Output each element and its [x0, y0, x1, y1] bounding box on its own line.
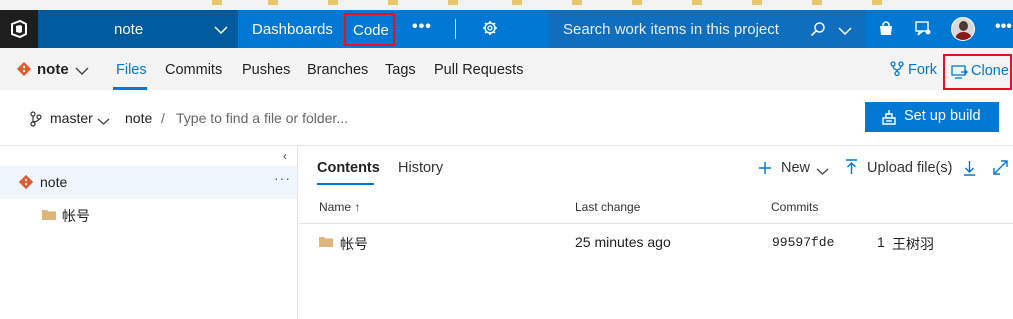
- clone-button[interactable]: Clone: [943, 54, 1012, 90]
- upload-files-button[interactable]: Upload file(s): [867, 160, 952, 176]
- git-repo-icon: [16, 61, 32, 79]
- new-button[interactable]: New: [781, 160, 810, 176]
- file-list-header: Name ↑ Last change Commits: [299, 190, 1013, 224]
- column-header-commits[interactable]: Commits: [771, 200, 818, 214]
- tab-pushes[interactable]: Pushes: [242, 62, 290, 78]
- project-name: note: [114, 21, 144, 38]
- search-icon[interactable]: [810, 21, 826, 40]
- tree-item-label: note: [40, 174, 68, 190]
- nav-code[interactable]: Code: [344, 13, 395, 46]
- tab-contents[interactable]: Contents: [317, 160, 380, 176]
- fork-label: Fork: [908, 62, 937, 78]
- repo-sub-nav: note Files Commits Pushes Branches Tags …: [0, 48, 1013, 90]
- nav-code-label: Code: [353, 22, 389, 39]
- search-placeholder: Search work items in this project: [563, 21, 779, 38]
- tab-files[interactable]: Files: [116, 62, 147, 78]
- folder-icon: [42, 208, 56, 224]
- tree-item-root[interactable]: note ···: [0, 166, 297, 199]
- nav-more-right-icon[interactable]: •••: [995, 18, 1012, 36]
- gear-icon[interactable]: [482, 20, 498, 39]
- tree-item-label: 帐号: [62, 208, 90, 224]
- tab-commits[interactable]: Commits: [165, 62, 222, 78]
- top-nav-bar: note Dashboards Code ••• Search work ite…: [0, 10, 1013, 48]
- chevron-down-icon[interactable]: [816, 163, 829, 179]
- sort-ascending-icon: ↑: [354, 200, 361, 214]
- last-change-time: 25 minutes ago: [575, 234, 671, 250]
- tab-tags[interactable]: Tags: [385, 62, 416, 78]
- upload-icon[interactable]: [845, 159, 858, 178]
- setup-build-label: Set up build: [904, 108, 981, 124]
- branch-path-bar: master note / Type to find a file or fol…: [0, 90, 1013, 146]
- tab-history[interactable]: History: [398, 160, 443, 176]
- clone-icon: [951, 65, 968, 82]
- download-icon[interactable]: [963, 160, 976, 179]
- marketplace-bag-icon[interactable]: [878, 20, 894, 39]
- commit-author: 王树羽: [892, 236, 934, 252]
- repo-selector[interactable]: note: [37, 61, 69, 78]
- more-actions-icon[interactable]: ···: [274, 170, 291, 186]
- branch-icon: [29, 111, 43, 130]
- path-separator: /: [161, 110, 165, 126]
- active-tab-indicator: [317, 183, 374, 185]
- nav-dashboards[interactable]: Dashboards: [252, 21, 333, 38]
- fork-button[interactable]: Fork: [890, 61, 937, 78]
- build-icon: [881, 109, 897, 128]
- collapse-panel-icon[interactable]: ‹: [283, 149, 287, 163]
- column-header-name[interactable]: Name ↑: [319, 200, 360, 214]
- commit-count: 1: [877, 234, 885, 250]
- expand-icon[interactable]: [993, 160, 1008, 178]
- table-row[interactable]: 帐号 25 minutes ago 99597fde 1 王树羽: [299, 225, 1013, 259]
- nav-more-icon[interactable]: •••: [412, 18, 432, 36]
- chevron-down-icon[interactable]: [97, 113, 110, 129]
- setup-build-button[interactable]: Set up build: [865, 102, 999, 132]
- file-name-link[interactable]: 帐号: [340, 234, 368, 254]
- tab-branches[interactable]: Branches: [307, 62, 368, 78]
- git-repo-icon: [18, 174, 34, 192]
- branch-selector[interactable]: master: [50, 110, 93, 126]
- avatar[interactable]: [951, 17, 975, 41]
- folder-icon: [319, 235, 333, 251]
- path-root-link[interactable]: note: [125, 110, 152, 126]
- chevron-down-icon[interactable]: [838, 23, 852, 39]
- feedback-icon[interactable]: [914, 20, 932, 39]
- path-search-input[interactable]: Type to find a file or folder...: [176, 110, 348, 126]
- tab-pull-requests[interactable]: Pull Requests: [434, 62, 523, 78]
- column-header-last-change[interactable]: Last change: [575, 200, 640, 214]
- plus-icon[interactable]: [758, 161, 772, 178]
- file-tree: ‹ note ··· 帐号: [0, 146, 298, 319]
- search-input[interactable]: Search work items in this project: [548, 10, 866, 48]
- chevron-down-icon: [214, 22, 228, 38]
- vsts-logo-icon[interactable]: [0, 10, 38, 48]
- tree-item-folder[interactable]: 帐号: [0, 201, 297, 229]
- nav-divider: [455, 19, 456, 39]
- project-selector[interactable]: note: [38, 10, 238, 48]
- commit-id-link[interactable]: 99597fde: [772, 235, 834, 250]
- fork-icon: [890, 61, 904, 77]
- chevron-down-icon[interactable]: [75, 63, 89, 79]
- browser-bookmark-strip: [0, 0, 1013, 10]
- clone-label: Clone: [971, 63, 1009, 79]
